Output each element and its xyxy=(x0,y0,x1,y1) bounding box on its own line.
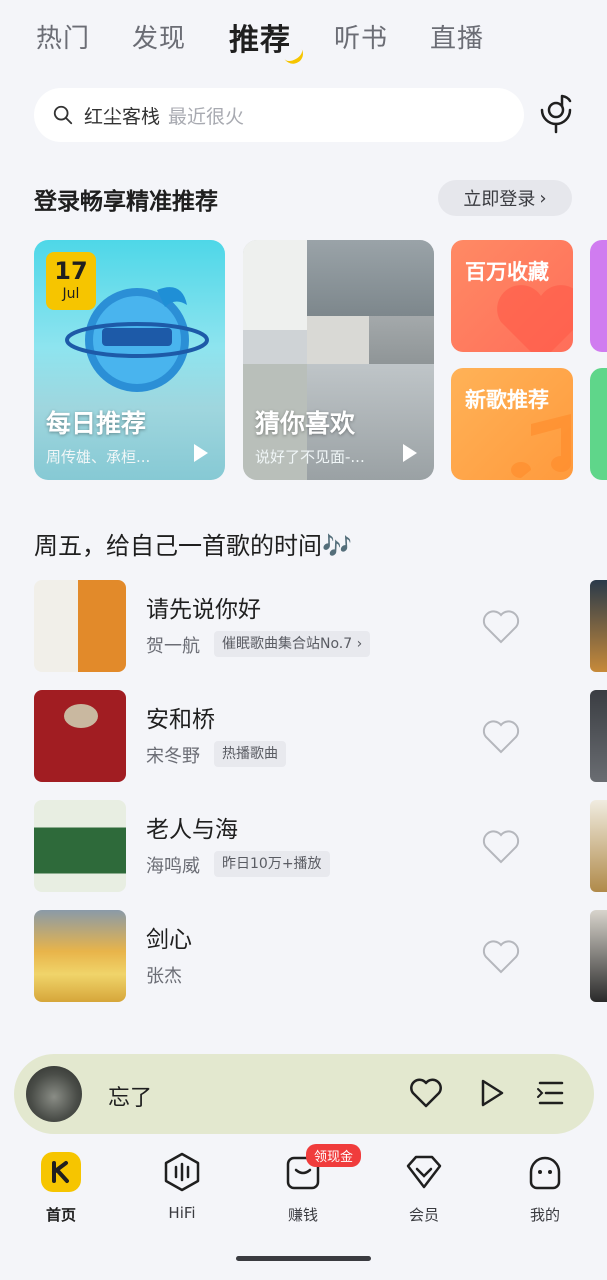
like-heart-icon[interactable] xyxy=(410,1078,442,1108)
guess-card-title: 猜你喜欢 xyxy=(255,409,356,438)
top-tab-bar: 热门 发现 推荐 听书 直播 xyxy=(0,0,607,78)
next-card-peek[interactable] xyxy=(590,368,607,480)
nav-earn[interactable]: 领现金 赚钱 xyxy=(258,1144,362,1225)
home-icon xyxy=(41,1152,81,1192)
like-heart-icon[interactable] xyxy=(482,940,520,974)
tab-live[interactable]: 直播 xyxy=(430,18,484,55)
hifi-icon xyxy=(164,1152,200,1192)
guess-card-subtitle: 说好了不见面-... xyxy=(255,448,365,466)
song-tag[interactable]: 催眠歌曲集合站No.7 › xyxy=(214,631,371,657)
play-icon[interactable] xyxy=(194,444,208,462)
search-bar[interactable]: 红尘客栈 最近很火 xyxy=(34,88,524,142)
nav-label: 会员 xyxy=(408,1206,439,1224)
daily-card-subtitle: 周传雄、承桓... xyxy=(46,448,151,466)
home-indicator xyxy=(236,1256,371,1261)
music-note-icon xyxy=(511,414,571,478)
playlist-icon[interactable] xyxy=(536,1079,566,1107)
login-button[interactable]: 立即登录 › xyxy=(438,180,572,216)
song-tag[interactable]: 热播歌曲 xyxy=(214,741,286,767)
song-artist: 海鸣威 xyxy=(146,856,200,877)
mini-player[interactable]: 忘了 xyxy=(14,1054,594,1134)
nav-home[interactable]: 首页 xyxy=(16,1152,106,1225)
song-tag[interactable]: 昨日10万+播放 xyxy=(214,851,330,877)
login-button-label: 立即登录 xyxy=(463,189,536,210)
guess-you-like-card[interactable]: 猜你喜欢 说好了不见面-... xyxy=(243,240,434,480)
nav-label: 首页 xyxy=(45,1206,76,1224)
date-month: Jul xyxy=(62,286,80,302)
search-icon xyxy=(53,105,73,125)
next-card-peek[interactable] xyxy=(590,240,607,352)
song-row[interactable]: 安和桥 宋冬野 热播歌曲 xyxy=(34,690,574,782)
nav-label: 我的 xyxy=(529,1206,560,1224)
search-hint: 最近很火 xyxy=(168,105,245,128)
song-artist: 宋冬野 xyxy=(146,746,200,767)
new-songs-card[interactable]: 新歌推荐 xyxy=(451,368,573,480)
now-playing-cover[interactable] xyxy=(26,1066,82,1122)
bottom-nav: 首页 HiFi 领现金 赚钱 会员 我的 xyxy=(0,1140,607,1240)
login-prompt-title: 登录畅享精准推荐 xyxy=(34,189,218,215)
date-badge: 17 Jul xyxy=(46,252,96,310)
search-term: 红尘客栈 xyxy=(84,105,161,128)
like-heart-icon[interactable] xyxy=(482,720,520,754)
tab-audiobook[interactable]: 听书 xyxy=(334,18,388,55)
adjacent-cover-peek[interactable] xyxy=(590,690,607,782)
song-title: 请先说你好 xyxy=(146,597,261,623)
vip-icon xyxy=(406,1155,442,1189)
collage-tile xyxy=(243,240,307,330)
favorites-card-label: 百万收藏 xyxy=(465,260,549,284)
daily-recommend-card[interactable]: 17 Jul 每日推荐 周传雄、承桓... xyxy=(34,240,225,480)
nav-hifi[interactable]: HiFi xyxy=(137,1152,227,1222)
like-heart-icon[interactable] xyxy=(482,830,520,864)
song-artist: 贺一航 xyxy=(146,636,200,657)
nav-label: 赚钱 xyxy=(287,1206,318,1224)
earn-badge: 领现金 xyxy=(306,1144,362,1167)
song-cover xyxy=(34,690,126,782)
collage-tile xyxy=(307,316,369,364)
song-row[interactable]: 请先说你好 贺一航 催眠歌曲集合站No.7 › xyxy=(34,580,574,672)
song-row[interactable]: 剑心 张杰 xyxy=(34,910,574,1002)
cover-artwork xyxy=(64,704,98,728)
song-cover xyxy=(34,580,126,672)
nav-profile[interactable]: 我的 xyxy=(500,1152,590,1225)
nav-vip[interactable]: 会员 xyxy=(379,1152,469,1225)
now-playing-title: 忘了 xyxy=(108,1086,153,1111)
heart-icon xyxy=(497,285,573,352)
like-heart-icon[interactable] xyxy=(482,610,520,644)
date-day: 17 xyxy=(54,257,88,285)
adjacent-cover-peek[interactable] xyxy=(590,580,607,672)
song-title: 老人与海 xyxy=(146,817,238,843)
collage-tile xyxy=(307,240,434,316)
new-songs-card-label: 新歌推荐 xyxy=(465,388,549,412)
tab-discover[interactable]: 发现 xyxy=(132,18,186,55)
song-title: 安和桥 xyxy=(146,707,215,733)
daily-card-title: 每日推荐 xyxy=(46,409,147,438)
song-cover xyxy=(34,800,126,892)
song-artist: 张杰 xyxy=(146,966,182,987)
play-icon[interactable] xyxy=(478,1078,506,1108)
tab-hot[interactable]: 热门 xyxy=(36,18,90,55)
song-row[interactable]: 老人与海 海鸣威 昨日10万+播放 xyxy=(34,800,574,892)
adjacent-cover-peek[interactable] xyxy=(590,910,607,1002)
adjacent-cover-peek[interactable] xyxy=(590,800,607,892)
profile-icon xyxy=(529,1156,561,1190)
song-title: 剑心 xyxy=(146,927,192,953)
nav-label: HiFi xyxy=(168,1204,196,1222)
recognize-song-icon[interactable] xyxy=(536,92,576,136)
section-title: 周五，给自己一首歌的时间🎶 xyxy=(34,532,352,560)
chevron-right-icon: › xyxy=(539,187,547,209)
song-cover xyxy=(34,910,126,1002)
play-icon[interactable] xyxy=(403,444,417,462)
collage-tile xyxy=(369,316,434,364)
million-favorites-card[interactable]: 百万收藏 xyxy=(451,240,573,352)
